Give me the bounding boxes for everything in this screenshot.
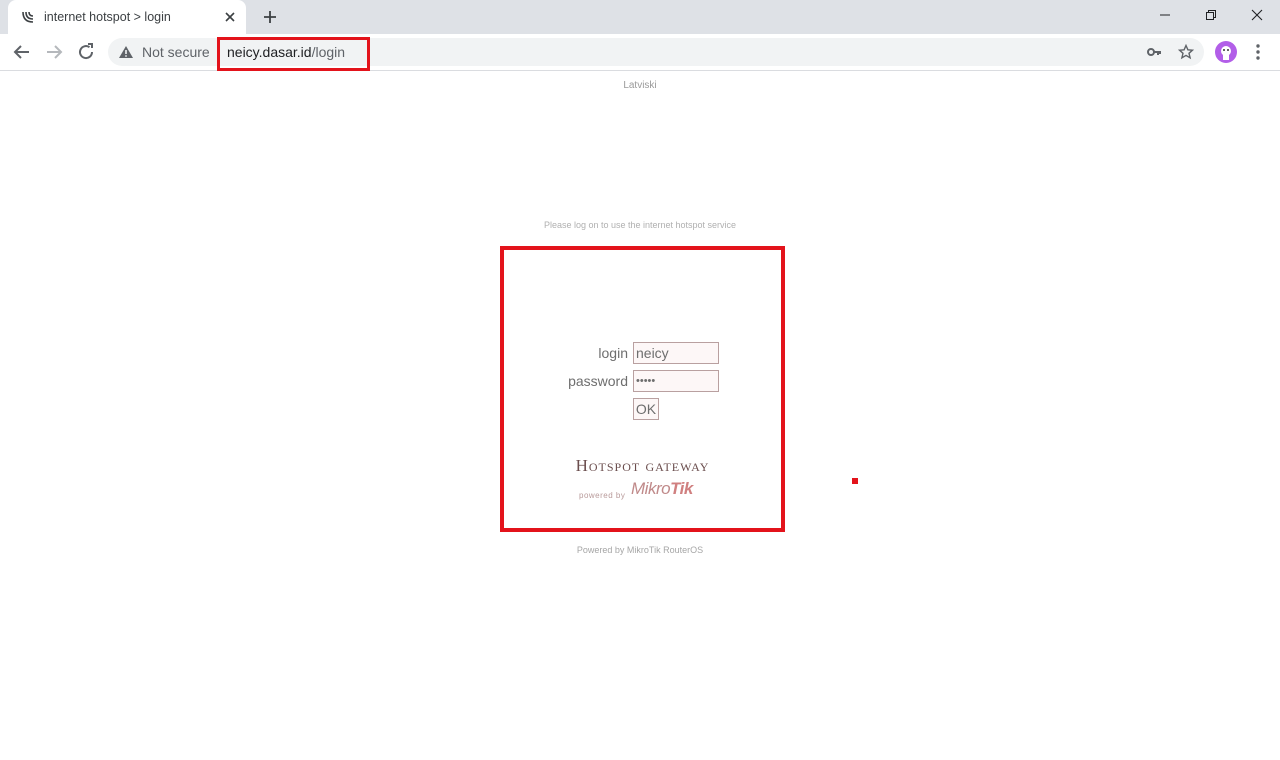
minimize-button[interactable] (1142, 0, 1188, 30)
mikrotik-logo: MikroTik (631, 479, 693, 499)
browser-toolbar: Not secure neicy.dasar.id/login (0, 34, 1280, 71)
logo-text-mikro: Mikro (631, 479, 671, 498)
powered-by-text: powered by (579, 491, 626, 500)
language-link[interactable]: Latviski (623, 80, 656, 91)
avatar-icon (1221, 46, 1231, 60)
ok-button[interactable]: OK (633, 398, 659, 420)
new-tab-icon[interactable] (260, 7, 280, 27)
restore-button[interactable] (1188, 0, 1234, 30)
key-icon[interactable] (1146, 44, 1162, 60)
login-input[interactable]: neicy (633, 342, 719, 364)
address-bar[interactable]: Not secure neicy.dasar.id/login (108, 38, 1204, 66)
url-path: /login (311, 44, 346, 60)
bookmark-star-icon[interactable] (1178, 44, 1194, 60)
kebab-menu-icon[interactable] (1250, 42, 1266, 62)
restore-icon (1206, 10, 1216, 20)
reload-icon[interactable] (74, 40, 98, 64)
warning-triangle-icon[interactable] (118, 44, 134, 60)
back-arrow-icon[interactable] (10, 40, 34, 64)
logo-text-tik: Tik (670, 479, 693, 498)
minimize-icon (1160, 14, 1170, 16)
forward-arrow-icon[interactable] (42, 40, 66, 64)
close-tab-icon[interactable] (222, 9, 238, 25)
close-window-icon (1251, 9, 1263, 21)
hotspot-gateway-title: Hotspot gateway (575, 456, 710, 475)
browser-tab[interactable]: internet hotspot > login (8, 0, 246, 34)
language-link-row: Latviski (0, 80, 1280, 91)
mikrotik-wave-icon (22, 11, 34, 23)
url-text[interactable]: neicy.dasar.id/login (227, 44, 345, 60)
password-input[interactable]: ••••• (633, 370, 719, 392)
tab-title: internet hotspot > login (44, 10, 171, 24)
security-status[interactable]: Not secure (142, 44, 210, 60)
login-notice: Please log on to use the internet hotspo… (543, 220, 737, 230)
footer-text: Powered by MikroTik RouterOS (0, 545, 1280, 555)
url-host: neicy.dasar.id (227, 44, 312, 60)
routeros-link[interactable]: Powered by MikroTik RouterOS (577, 545, 703, 555)
tab-strip: internet hotspot > login (0, 0, 1280, 34)
close-window-button[interactable] (1234, 0, 1280, 30)
password-label: password (568, 373, 628, 389)
login-label: login (598, 345, 628, 361)
red-marker (852, 478, 858, 484)
profile-avatar[interactable] (1215, 41, 1237, 63)
